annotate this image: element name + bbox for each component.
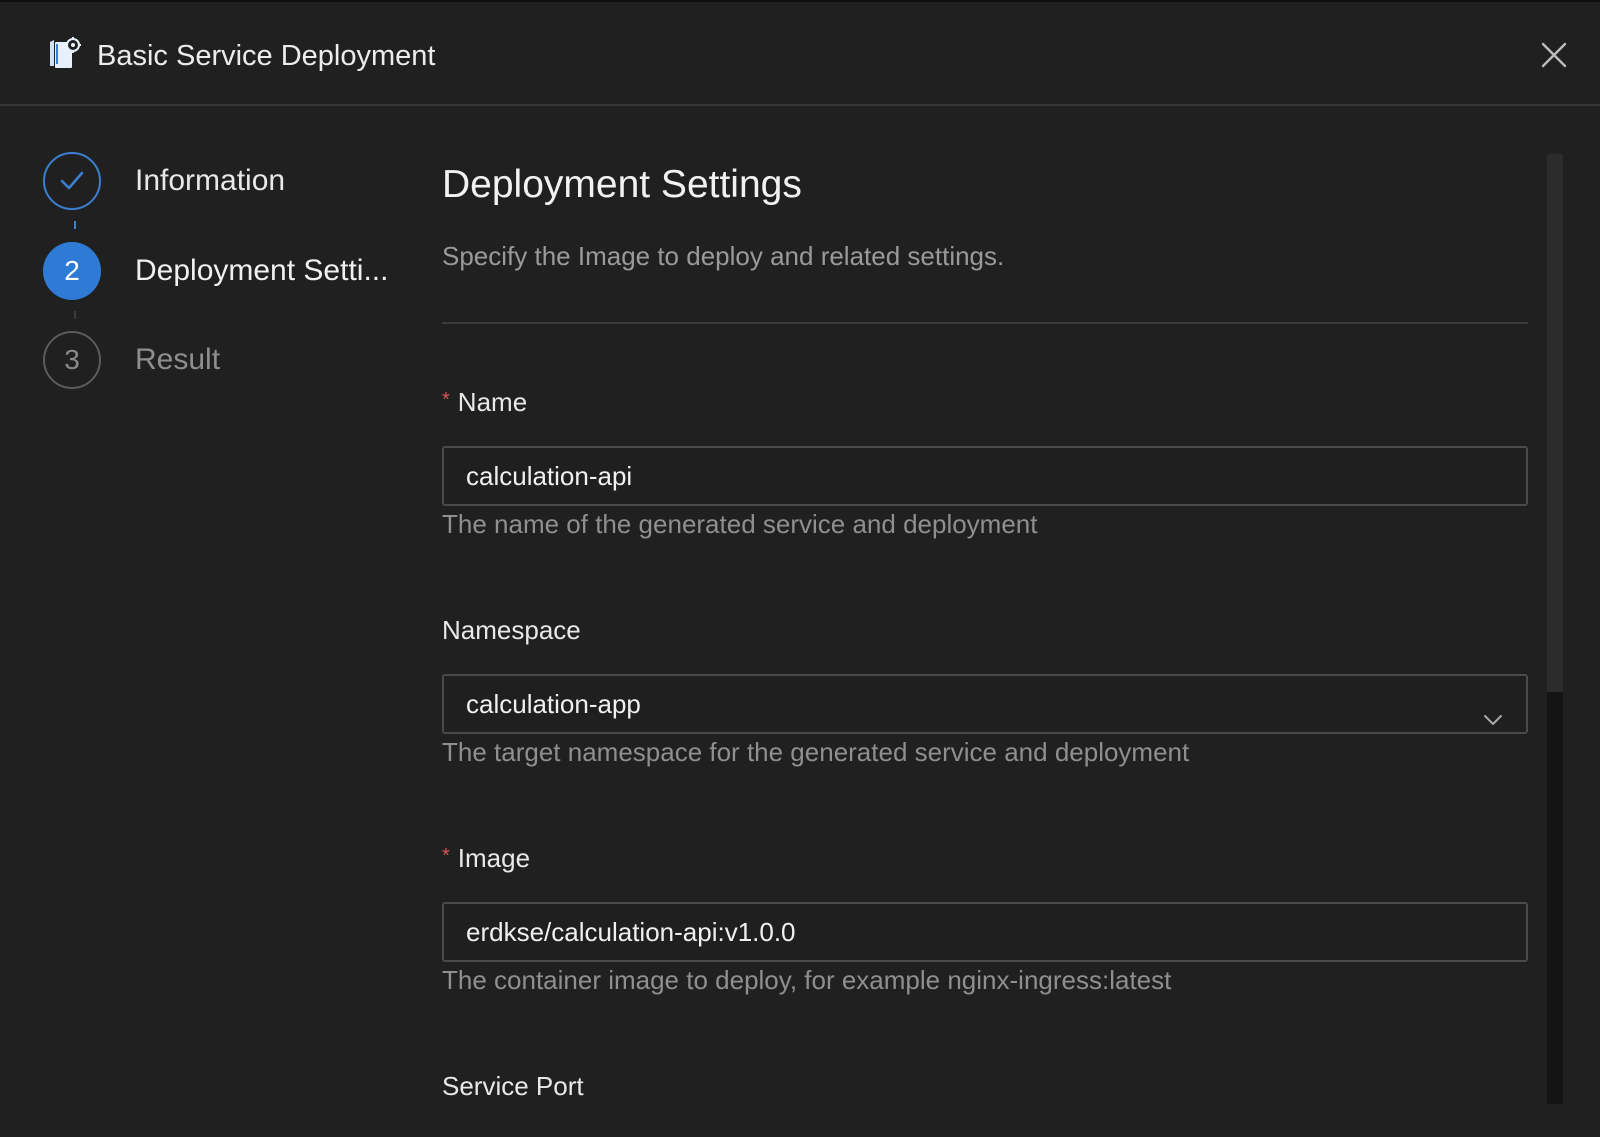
step-number: 2 bbox=[43, 242, 101, 300]
step-label: Information bbox=[135, 164, 286, 197]
close-icon[interactable] bbox=[1538, 39, 1570, 71]
divider bbox=[442, 322, 1528, 324]
name-help-text: The name of the generated service and de… bbox=[442, 509, 1038, 539]
wizard-steps: Information 2 Deployment Setti... 3 Resu… bbox=[0, 106, 420, 1137]
step-connector bbox=[74, 311, 76, 319]
step-deployment-settings[interactable]: 2 Deployment Setti... bbox=[43, 242, 423, 304]
image-input[interactable] bbox=[442, 902, 1528, 962]
dialog-header: Basic Service Deployment bbox=[0, 2, 1600, 106]
name-label: * Name bbox=[442, 387, 528, 417]
step-label: Deployment Setti... bbox=[135, 254, 389, 287]
service-port-label: Service Port bbox=[442, 1071, 584, 1101]
namespace-select[interactable]: calculation-app bbox=[442, 674, 1528, 734]
namespace-selected-value: calculation-app bbox=[466, 689, 641, 719]
namespace-label: Namespace bbox=[442, 615, 581, 645]
scrollbar-thumb[interactable] bbox=[1547, 154, 1563, 692]
step-information[interactable]: Information bbox=[43, 152, 423, 214]
step-label: Result bbox=[135, 343, 221, 376]
required-marker: * bbox=[442, 389, 450, 411]
namespace-help-text: The target namespace for the generated s… bbox=[442, 737, 1190, 767]
deployment-gear-icon bbox=[46, 36, 84, 72]
dialog-title: Basic Service Deployment bbox=[97, 40, 436, 72]
section-title: Deployment Settings bbox=[442, 163, 802, 206]
step-complete-check-icon bbox=[43, 152, 101, 210]
image-help-text: The container image to deploy, for examp… bbox=[442, 965, 1172, 995]
deployment-dialog: Basic Service Deployment Information 2 D… bbox=[0, 0, 1600, 1137]
deployment-settings-form: Deployment Settings Specify the Image to… bbox=[442, 106, 1528, 1137]
chevron-down-icon bbox=[1482, 694, 1504, 725]
section-description: Specify the Image to deploy and related … bbox=[442, 241, 1005, 271]
step-connector bbox=[74, 221, 76, 229]
image-label: * Image bbox=[442, 843, 531, 873]
step-result[interactable]: 3 Result bbox=[43, 331, 423, 393]
name-input[interactable] bbox=[442, 446, 1528, 506]
step-number: 3 bbox=[43, 331, 101, 389]
required-marker: * bbox=[442, 845, 450, 867]
